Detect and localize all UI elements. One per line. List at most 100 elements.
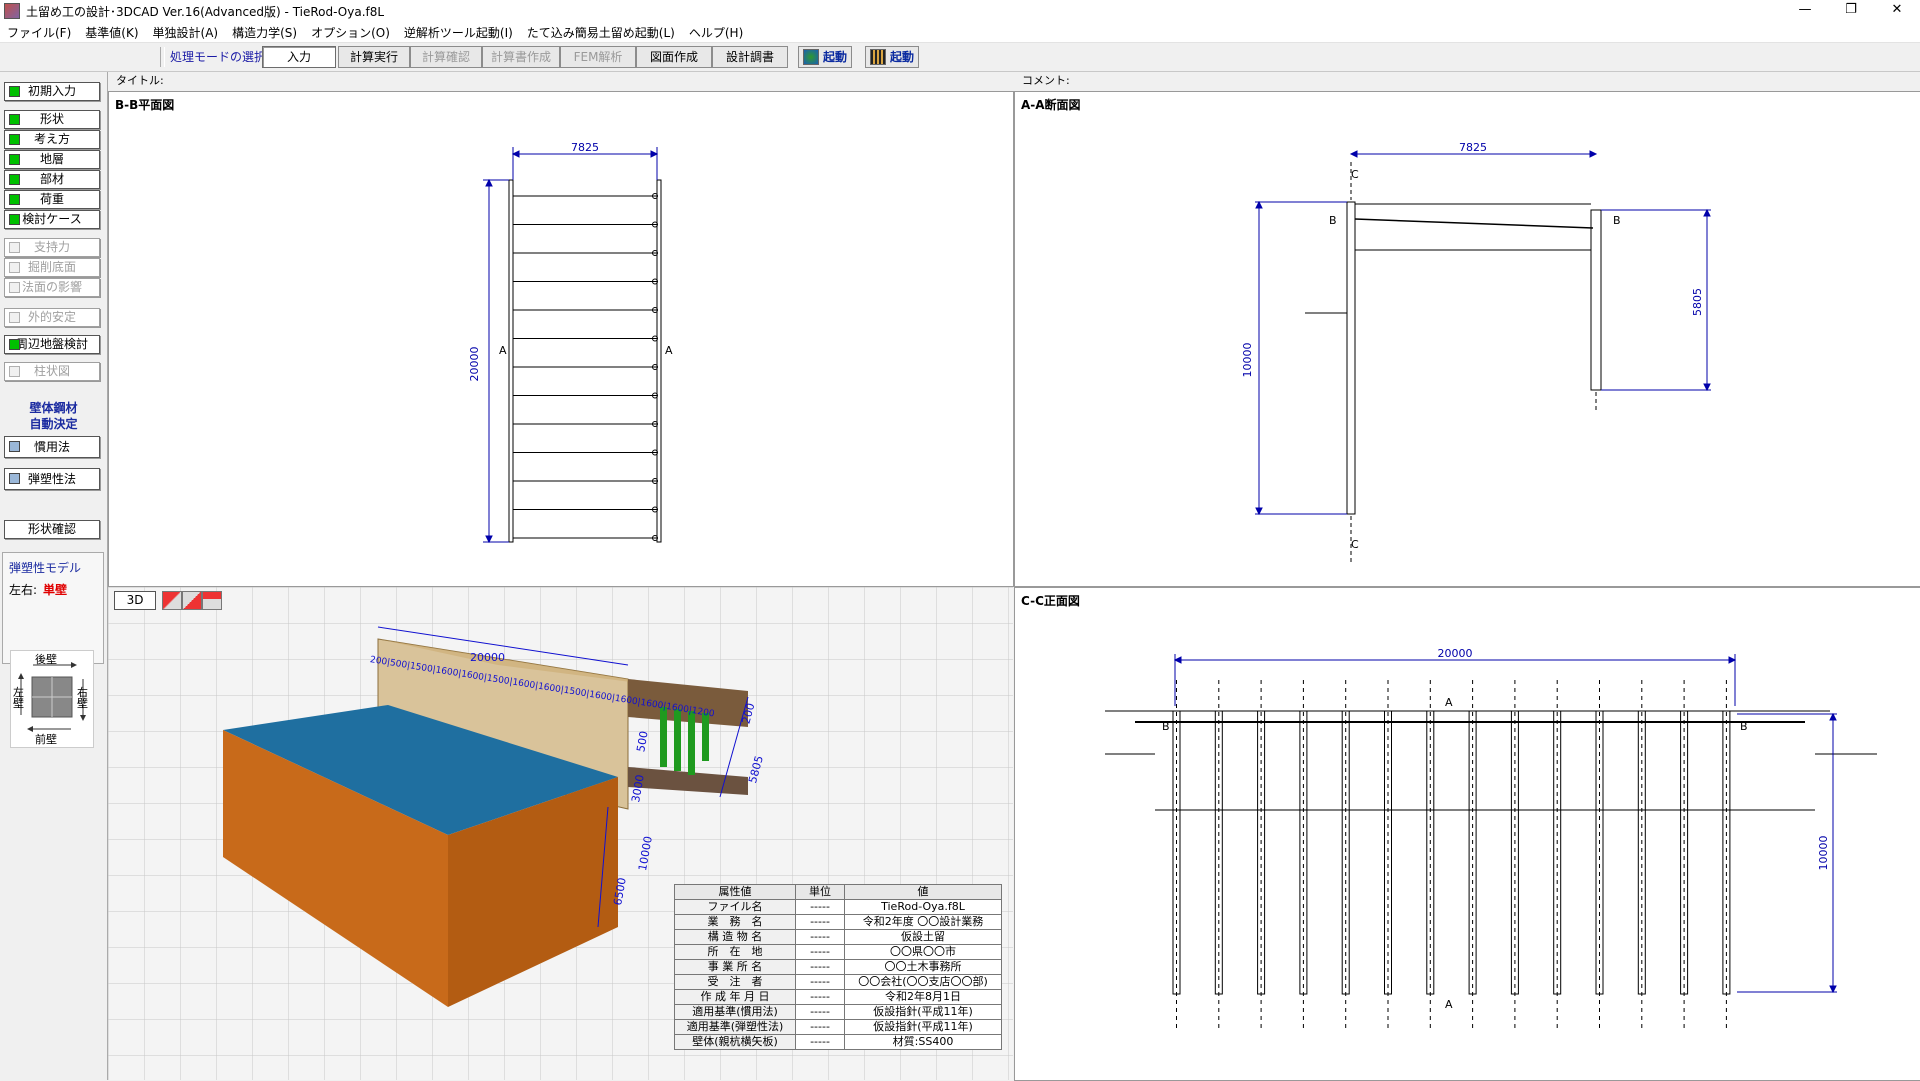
initial-input-button[interactable]: 初期入力 [4,82,100,101]
section-mark-c-top: C [1351,168,1359,181]
create-drawing-button[interactable]: 図面作成 [636,46,712,68]
menu-file[interactable]: ファイル(F) [0,24,78,41]
strata-label: 地層 [39,152,64,166]
section-height-dim-1: 10000 [1241,343,1254,378]
property-value: 令和2年度 〇〇設計業務 [844,914,1002,930]
launch-button-2[interactable]: 起動 [865,46,920,68]
wall-compass[interactable]: 後壁 前壁 左 壁 右 壁 [10,650,94,748]
approach-label: 考え方 [33,132,70,146]
property-key: 適用基準(弾塑性法) [674,1019,796,1035]
menu-structural-mechanics[interactable]: 構造力学(S) [225,24,304,41]
property-unit: ----- [795,989,845,1005]
menu-back-analysis[interactable]: 逆解析ツール起動(I) [397,24,520,41]
status-led-icon [9,366,20,377]
create-report-button[interactable]: 計算書作成 [482,46,560,68]
property-unit: ----- [795,929,845,945]
menu-help[interactable]: ヘルプ(H) [682,24,750,41]
mode-select-label: 処理モードの選択 [170,50,267,64]
shape-check-button[interactable]: 形状確認 [4,520,100,539]
fem-analysis-button[interactable]: FEM解析 [560,46,636,68]
auto-select-title-2: 自動決定 [29,417,78,431]
table-row: 適用基準(慣用法) ----- 仮設指針(平成11年) [674,1004,1002,1020]
front-mark-b-right: B [1740,720,1748,733]
status-led-icon [9,339,20,350]
comment-header-label: コメント: [1022,74,1070,87]
surrounding-ground-button[interactable]: 周辺地盤検討 [4,335,100,354]
menu-bar: ファイル(F) 基準値(K) 単独設計(A) 構造力学(S) オプション(O) … [0,22,1920,43]
property-value: 令和2年8月1日 [844,989,1002,1005]
property-value: TieRod-Oya.f8L [844,899,1002,915]
title-bar: 土留め工の設計･3DCAD Ver.16(Advanced版) - TieRod… [0,0,1920,22]
compass-front-label: 前壁 [35,733,57,746]
toolbar: 処理モードの選択 入力 計算実行 計算確認 計算書作成 FEM解析 図面作成 設… [0,43,1920,72]
property-header-row: 属性値 単位 値 [674,884,1002,900]
restore-button[interactable]: ❐ [1828,0,1874,22]
excavation-bottom-button[interactable]: 掘削底面 [4,258,100,277]
table-row: 事 業 所 名 ----- 〇〇土木事務所 [674,959,1002,975]
toggle-3d-button[interactable]: 3D [114,591,156,610]
status-led-icon [9,282,20,293]
study-case-button[interactable]: 検討ケース [4,210,100,229]
boring-log-button[interactable]: 柱状図 [4,362,100,381]
property-unit: ----- [795,914,845,930]
table-row: ファイル名 ----- TieRod-Oya.f8L [674,899,1002,915]
plan-width-dim: 7825 [571,141,599,154]
load-button[interactable]: 荷重 [4,190,100,209]
front-view[interactable]: C-C正面図 20000 10000 A A B B [1014,587,1920,1081]
property-key: 事 業 所 名 [674,959,796,975]
property-unit: ----- [795,974,845,990]
property-value: 材質:SS400 [844,1034,1002,1050]
lr-label: 左右: [9,583,38,597]
external-stability-button[interactable]: 外的安定 [4,308,100,327]
menu-simple-retaining[interactable]: たて込み簡易土留め起動(L) [520,24,682,41]
close-button[interactable]: ✕ [1874,0,1920,22]
section-view[interactable]: A-A断面図 7825 10000 5805 B B C C [1014,91,1920,587]
left-panel: 初期入力 形状 考え方 地層 部材 荷重 検討ケース 支持力 掘削底面 法面の影… [0,72,108,1080]
title-header: タイトル: [108,72,1020,90]
doc-icon [9,441,20,452]
plan-view[interactable]: B-B平面図 7825 20000 A A [108,91,1014,587]
minimize-button[interactable]: — [1782,0,1828,22]
table-row: 適用基準(弾塑性法) ----- 仮設指針(平成11年) [674,1019,1002,1035]
front-height-dim: 10000 [1817,836,1830,871]
member-label: 部材 [39,172,64,186]
run-calc-button[interactable]: 計算実行 [338,46,410,68]
strata-button[interactable]: 地層 [4,150,100,169]
conventional-method-button[interactable]: 慣用法 [4,436,100,458]
check-calc-button[interactable]: 計算確認 [410,46,482,68]
approach-button[interactable]: 考え方 [4,130,100,149]
lr-value: 単壁 [43,583,68,597]
section-drawing: 7825 10000 5805 B B C C [1241,141,1711,562]
input-mode-button[interactable]: 入力 [262,46,336,68]
status-led-icon [9,194,20,205]
member-button[interactable]: 部材 [4,170,100,189]
view-front-cube-icon[interactable] [162,591,182,610]
section-mark-b-left: B [1329,214,1337,227]
status-led-icon [9,214,20,225]
property-table: 属性値 単位 値 ファイル名 ----- TieRod-Oya.f8L 業 務 名-… [674,884,1002,1050]
menu-single-design[interactable]: 単独設計(A) [146,24,226,41]
view-side-cube-icon[interactable] [182,591,202,610]
property-header-value: 値 [844,884,1002,900]
excavation-bottom-label: 掘削底面 [27,260,76,274]
status-led-icon [9,134,20,145]
menu-options[interactable]: オプション(O) [304,24,397,41]
menu-standard[interactable]: 基準値(K) [78,24,145,41]
compass-back-label: 後壁 [35,653,57,666]
doc-icon [9,473,20,484]
property-value: 〇〇会社(〇〇支店〇〇部) [844,974,1002,990]
section-width-dim: 7825 [1459,141,1487,154]
status-led-icon [9,154,20,165]
view-top-cube-icon[interactable] [202,591,222,610]
shape-button[interactable]: 形状 [4,110,100,129]
launch-label-2: 起動 [890,50,915,64]
slope-effect-button[interactable]: 法面の影響 [4,278,100,297]
study-case-label: 検討ケース [22,212,82,226]
boring-log-label: 柱状図 [33,364,70,378]
bearing-capacity-button[interactable]: 支持力 [4,238,100,257]
launch-button-1[interactable]: 起動 [798,46,853,68]
front-mark-a-bottom: A [1445,998,1453,1011]
elastoplastic-method-button[interactable]: 弾塑性法 [4,468,100,490]
toolbar-grip [160,47,165,67]
design-record-button[interactable]: 設計調書 [712,46,788,68]
